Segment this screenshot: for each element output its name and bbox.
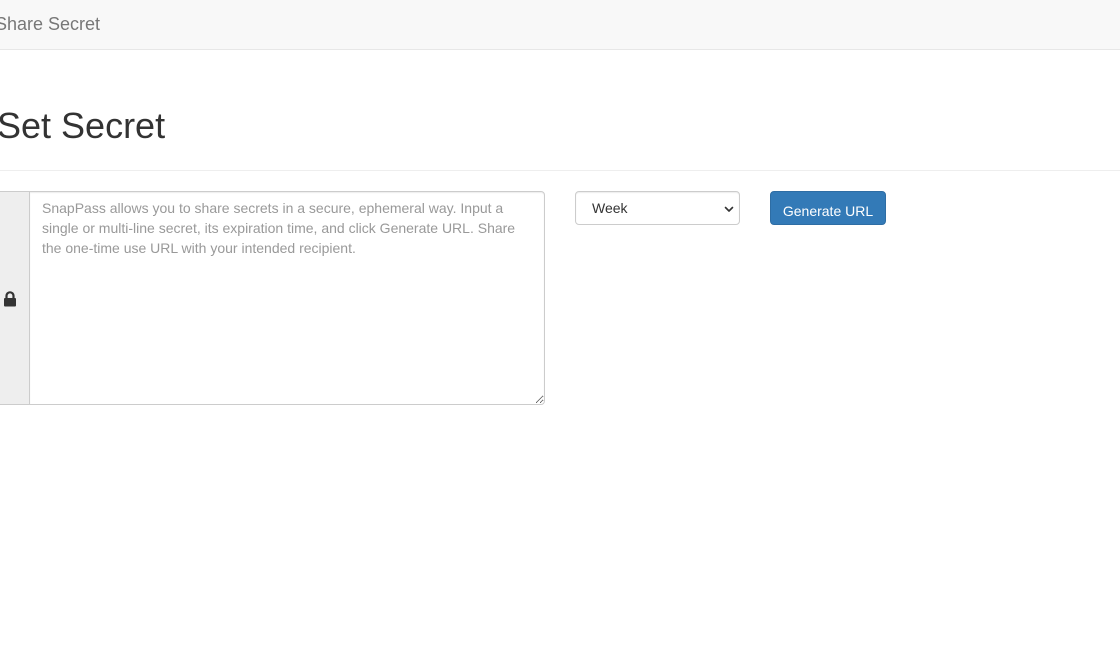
generate-url-button[interactable]: Generate URL: [770, 191, 886, 225]
secret-input-addon: [0, 191, 30, 405]
secret-textarea[interactable]: [29, 191, 545, 405]
navbar: Share Secret: [0, 0, 1120, 50]
expiration-select-value: Week: [592, 200, 628, 216]
lock-icon: [4, 291, 16, 307]
page-title: Set Secret: [0, 105, 166, 146]
page-header: [0, 50, 1120, 171]
navbar-brand[interactable]: Share Secret: [0, 14, 100, 34]
expiration-select[interactable]: Week: [575, 191, 740, 225]
chevron-down-icon: [724, 206, 734, 212]
